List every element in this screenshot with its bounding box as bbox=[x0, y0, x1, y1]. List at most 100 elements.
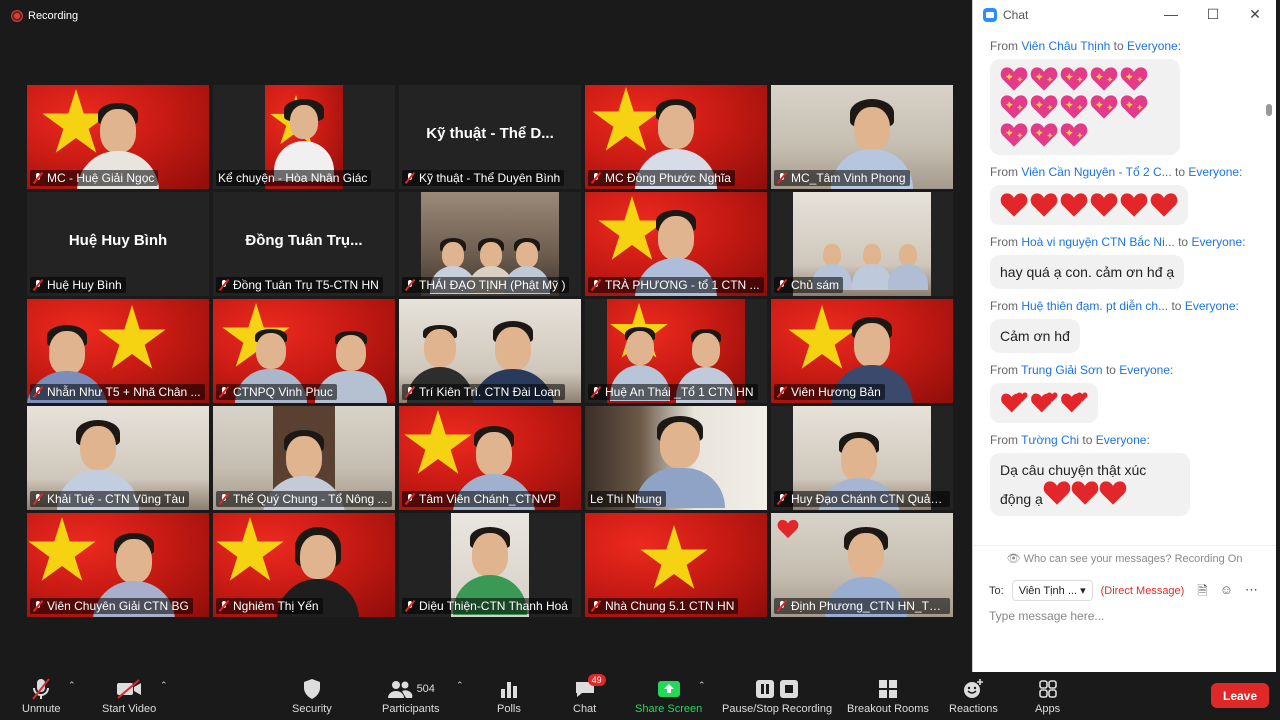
participant-display-name: Kỹ thuật - Thể D... bbox=[426, 125, 554, 142]
video-tile[interactable]: Đồng Tuân Trụ... Đồng Tuân Trụ T5-CTN HN bbox=[213, 192, 395, 296]
recording-indicator[interactable]: Recording bbox=[12, 10, 78, 22]
meeting-toolbar: Unmute ⌃ Start Video ⌃ Security 504 Part… bbox=[0, 672, 1280, 720]
chat-message-header: From Viên Châu Thịnh to Everyone: bbox=[990, 39, 1264, 53]
video-tile[interactable]: MC_Tâm Vinh Phong bbox=[771, 85, 953, 189]
from-label: From bbox=[990, 165, 1018, 179]
recipient-name[interactable]: Everyone: bbox=[1185, 299, 1239, 313]
video-tile[interactable]: Huệ An Thái _Tổ 1 CTN HN bbox=[585, 299, 767, 403]
mic-muted-icon bbox=[776, 600, 788, 612]
recording-label: Recording bbox=[28, 10, 79, 22]
video-tile[interactable]: Huệ Huy Bình Huệ Huy Bình bbox=[27, 192, 209, 296]
pause-stop-recording-button[interactable]: Pause/Stop Recording bbox=[722, 676, 832, 715]
start-video-button[interactable]: Start Video bbox=[102, 676, 156, 715]
sender-name[interactable]: Trung Giải Sơn bbox=[1021, 363, 1102, 377]
participants-icon bbox=[387, 681, 412, 698]
sender-name[interactable]: Huệ thiên đạm. pt diễn ch... bbox=[1021, 299, 1168, 313]
video-tile[interactable]: THÁI ĐẠO TỊNH (Phật Mỹ ) bbox=[399, 192, 581, 296]
mic-muted-icon bbox=[218, 493, 230, 505]
chat-scrollbar[interactable] bbox=[1266, 29, 1272, 539]
sender-name[interactable]: Viên Cần Nguyên - Tổ 2 C... bbox=[1021, 165, 1171, 179]
red-heart-icon bbox=[1030, 193, 1058, 217]
chat-message-bubble[interactable] bbox=[990, 185, 1188, 225]
share-options-caret-icon[interactable]: ⌃ bbox=[698, 680, 706, 691]
participants-options-caret-icon[interactable]: ⌃ bbox=[456, 680, 464, 691]
sparkle-heart-icon bbox=[1000, 123, 1028, 147]
participant-count: 504 bbox=[416, 683, 435, 695]
participant-name-label: CTNPQ Vinh Phuc bbox=[216, 384, 337, 400]
sender-name[interactable]: Hoà vi nguyện CTN Bắc Ni... bbox=[1021, 235, 1174, 249]
security-button[interactable]: Security bbox=[292, 676, 332, 715]
video-tile[interactable]: Huy Đạo Chánh CTN Quản... bbox=[771, 406, 953, 510]
video-tile[interactable]: Viên Chuyên Giải CTN BG bbox=[27, 513, 209, 617]
sender-name[interactable]: Tường Chi bbox=[1021, 433, 1079, 447]
close-icon[interactable]: ✕ bbox=[1234, 6, 1276, 23]
video-options-caret-icon[interactable]: ⌃ bbox=[160, 680, 168, 691]
video-tile[interactable]: CTNPQ Vinh Phuc bbox=[213, 299, 395, 403]
participant-name-label: Nhẫn Như T5 + Nhã Chân ... bbox=[30, 384, 205, 400]
apps-button[interactable]: Apps bbox=[1035, 676, 1060, 715]
video-tile[interactable]: Nghiêm Thị Yến bbox=[213, 513, 395, 617]
chat-input[interactable]: Type message here... bbox=[989, 609, 1104, 623]
video-tile[interactable]: Viên Hương Bản bbox=[771, 299, 953, 403]
video-tile[interactable]: Nhà Chung 5.1 CTN HN bbox=[585, 513, 767, 617]
chat-button[interactable]: 49 Chat bbox=[573, 674, 606, 715]
chat-panel: Chat — ☐ ✕ From Viên Châu Thịnh to Every… bbox=[972, 0, 1276, 672]
participants-button[interactable]: 504 Participants bbox=[382, 676, 439, 715]
file-icon[interactable]: 🗎 bbox=[1197, 582, 1207, 604]
video-tile[interactable]: Diệu Thiện-CTN Thanh Hoá bbox=[399, 513, 581, 617]
unmute-button[interactable]: Unmute bbox=[22, 676, 61, 715]
chat-message-bubble[interactable] bbox=[990, 59, 1180, 155]
audio-options-caret-icon[interactable]: ⌃ bbox=[68, 680, 76, 691]
breakout-rooms-button[interactable]: Breakout Rooms bbox=[847, 676, 929, 715]
video-tile[interactable]: Le Thi Nhung bbox=[585, 406, 767, 510]
recipient-name[interactable]: Everyone: bbox=[1096, 433, 1150, 447]
chat-message-bubble[interactable] bbox=[990, 383, 1098, 423]
video-tile[interactable]: MC - Huệ Giải Ngọc bbox=[27, 85, 209, 189]
chat-message-bubble[interactable]: hay quá ạ con. cảm ơn hđ ạ bbox=[990, 255, 1185, 289]
participant-name-label: Diệu Thiện-CTN Thanh Hoá bbox=[402, 598, 572, 614]
recipient-name[interactable]: Everyone: bbox=[1119, 363, 1173, 377]
leave-button[interactable]: Leave bbox=[1211, 683, 1269, 708]
mic-muted-icon bbox=[32, 600, 44, 612]
video-tile[interactable]: Trí Kiên Trì. CTN Đài Loan bbox=[399, 299, 581, 403]
video-tile[interactable]: Kể chuyện - Hòa Nhân Giác bbox=[213, 85, 395, 189]
video-tile[interactable]: Kỹ thuật - Thể D... Kỹ thuật - Thể Duyên… bbox=[399, 85, 581, 189]
sparkle-heart-icon bbox=[1060, 95, 1088, 119]
chat-message-bubble[interactable]: Cảm ơn hđ bbox=[990, 319, 1080, 353]
video-tile[interactable]: MC Đồng Phước Nghĩa bbox=[585, 85, 767, 189]
sender-name[interactable]: Viên Châu Thịnh bbox=[1021, 39, 1110, 53]
video-tile[interactable]: Tâm Viên Chánh_CTNVP bbox=[399, 406, 581, 510]
share-screen-button[interactable]: Share Screen bbox=[635, 676, 702, 715]
participant-name-label: Huệ Huy Bình bbox=[30, 277, 126, 293]
polls-button[interactable]: Polls bbox=[497, 676, 521, 715]
chat-message-bubble[interactable]: Dạ câu chuyện thật xúc động ạ bbox=[990, 453, 1190, 516]
sparkle-heart-icon bbox=[1120, 67, 1148, 91]
maximize-icon[interactable]: ☐ bbox=[1192, 6, 1234, 23]
mic-muted-icon bbox=[218, 600, 230, 612]
emoji-icon[interactable]: ☺ bbox=[1220, 582, 1233, 604]
mic-muted-icon bbox=[404, 172, 416, 184]
red-heart-icon bbox=[1090, 193, 1118, 217]
video-tile[interactable]: Thể Quý Chung - Tổ Nông ... bbox=[213, 406, 395, 510]
chat-message-list[interactable]: From Viên Châu Thịnh to Everyone: From Vi… bbox=[973, 29, 1264, 539]
more-icon[interactable]: ⋯ bbox=[1245, 582, 1258, 604]
chat-message-text: hay quá ạ con. cảm ơn hđ ạ bbox=[1000, 264, 1175, 280]
video-tile[interactable]: Định Phương_CTN HN_Tổ ... bbox=[771, 513, 953, 617]
video-tile[interactable]: Khải Tuệ - CTN Vũng Tàu bbox=[27, 406, 209, 510]
from-label: From bbox=[990, 235, 1018, 249]
sparkle-heart-icon bbox=[1030, 123, 1058, 147]
recipient-select[interactable]: Viên Tịnh ... ▾ bbox=[1011, 580, 1093, 601]
minimize-icon[interactable]: — bbox=[1150, 6, 1192, 23]
privacy-note[interactable]: 👁 Who can see your messages? Recording O… bbox=[973, 545, 1276, 565]
video-tile[interactable]: TRÀ PHƯƠNG - tổ 1 CTN ... bbox=[585, 192, 767, 296]
video-tile[interactable]: Nhẫn Như T5 + Nhã Chân ... bbox=[27, 299, 209, 403]
recipient-name[interactable]: Everyone: bbox=[1188, 165, 1242, 179]
recipient-name[interactable]: Everyone: bbox=[1127, 39, 1181, 53]
participant-name-label: MC Đồng Phước Nghĩa bbox=[588, 170, 735, 186]
reactions-button[interactable]: Reactions bbox=[949, 676, 998, 715]
recipient-name[interactable]: Everyone: bbox=[1191, 235, 1245, 249]
breakout-rooms-icon bbox=[878, 680, 897, 698]
video-tile[interactable]: Chủ sám bbox=[771, 192, 953, 296]
from-label: From bbox=[990, 363, 1018, 377]
from-label: From bbox=[990, 433, 1018, 447]
